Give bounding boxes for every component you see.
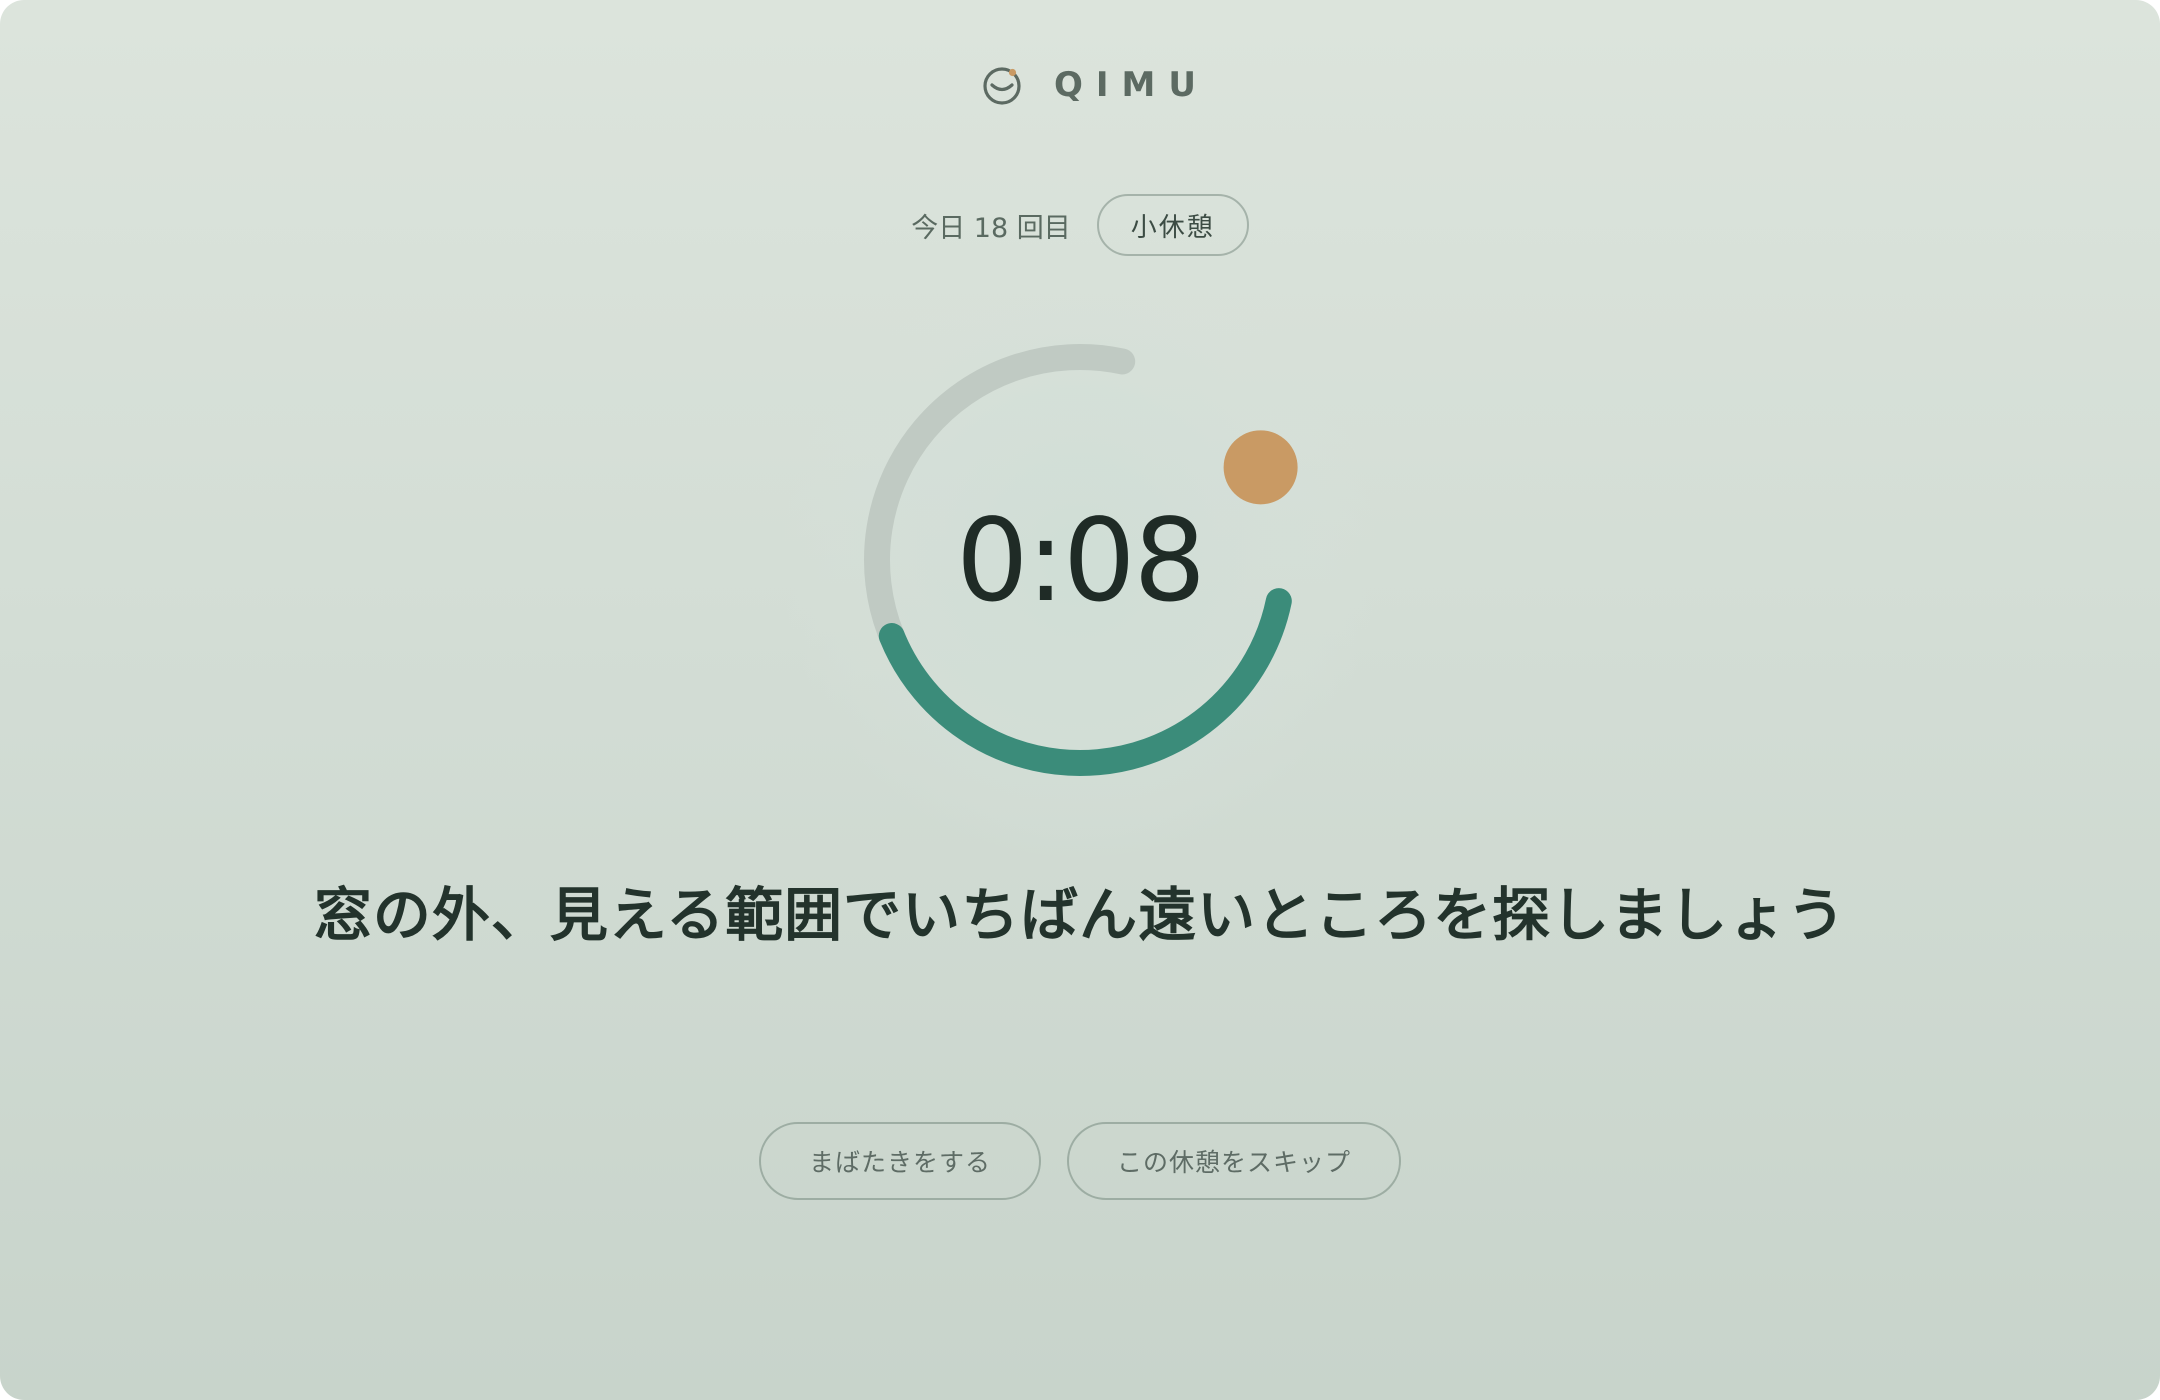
break-instruction: 窓の外、見える範囲でいちばん遠いところを探しましょう	[313, 881, 1847, 949]
action-bar: まばたきをする この休憩をスキップ	[0, 1122, 2160, 1200]
timer-value: 0:08	[956, 493, 1206, 627]
skip-break-button[interactable]: この休憩をスキップ	[1067, 1122, 1401, 1200]
brand: QIMU	[980, 62, 1209, 108]
brand-name: QIMU	[1054, 65, 1209, 105]
logo-dot	[1008, 68, 1017, 77]
break-type-badge: 小休憩	[1096, 194, 1249, 256]
smile-face-logo-icon	[983, 67, 1021, 105]
countdown-timer: 0:08	[780, 260, 1380, 860]
session-info: 今日 18 回目 小休憩	[0, 192, 2160, 258]
session-count: 今日 18 回目	[911, 212, 1071, 244]
break-screen: QIMU 今日 18 回目 小休憩 0:08 窓の外、見える範囲でいちばん遠いと…	[0, 0, 2160, 1400]
blink-button[interactable]: まばたきをする	[759, 1122, 1041, 1200]
